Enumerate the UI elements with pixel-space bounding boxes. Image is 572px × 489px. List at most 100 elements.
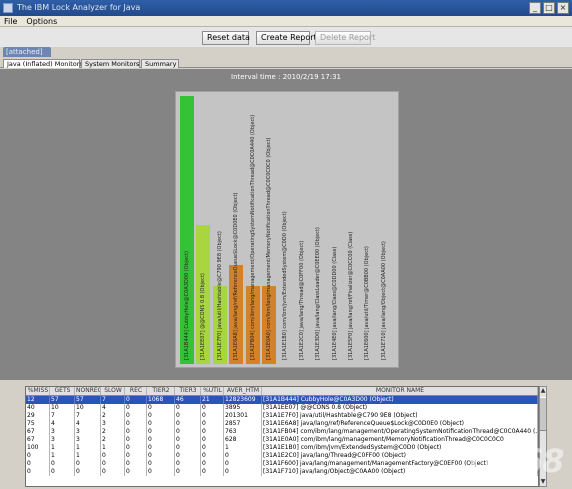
chart-bar-label: [31A1E710] java/lang/Object@C0AA00 (Obje… <box>380 241 387 360</box>
table-cell: 40 <box>26 404 50 412</box>
column-header[interactable]: TIER2 <box>147 387 175 395</box>
table-row[interactable]: 29 7 7 2 0 0 0 0 201301 [31A1E7F0] java/util/Hash… <box>26 412 538 420</box>
column-header[interactable]: %MISS <box>26 387 50 395</box>
table-row[interactable]: 75 4 4 3 0 0 0 0 2857 [31A1E6A8] java/lang/ref/Re… <box>26 420 538 428</box>
table-cell: 0 <box>125 452 147 460</box>
delete-report-button[interactable]: Delete Report <box>315 31 375 45</box>
table-cell: 0 <box>125 412 147 420</box>
table-cell: 0 <box>125 420 147 428</box>
table-row[interactable]: 0 0 0 0 0 0 0 0 0 [31A1F600] java/lang/management… <box>26 460 538 468</box>
chart-bar-label: [31A1EE07] @@CONS 0.8 (Object) <box>200 273 207 360</box>
table-cell: 46 <box>175 396 201 404</box>
table-cell: 0 <box>125 436 147 444</box>
table-cell: 0 <box>75 468 101 476</box>
table-cell: 67 <box>26 428 50 436</box>
table-cell: 0 <box>201 460 224 468</box>
chart-panel: Interval time : 2010/2/19 17:31 [31A1B44… <box>0 69 572 380</box>
minimize-button[interactable]: _ <box>529 2 541 14</box>
table-cell: 0 <box>201 404 224 412</box>
table-cell: 1 <box>50 452 75 460</box>
table-cell: 100 <box>26 444 50 452</box>
table-cell: 10 <box>50 404 75 412</box>
table-cell: 1 <box>101 444 125 452</box>
menu-file[interactable]: File <box>4 16 17 26</box>
table-row[interactable]: 67 3 3 2 0 0 0 0 628 [31A1E0A0] com/ibm/lang/mana… <box>26 436 538 444</box>
interval-value: 2010/2/19 17:31 <box>282 73 341 81</box>
column-header[interactable]: MONITOR NAME <box>262 387 538 395</box>
table-row[interactable]: 100 1 1 1 0 0 0 0 1 [31A1E1B0] com/ibm/jvm/Extend… <box>26 444 538 452</box>
close-button[interactable]: × <box>557 2 569 14</box>
table-cell: 0 <box>224 452 262 460</box>
maximize-button[interactable]: □ <box>543 2 555 14</box>
tab-attached[interactable]: [attached] <box>3 47 51 57</box>
table-cell: 0 <box>147 404 175 412</box>
menu-bar: File Options <box>0 16 572 27</box>
table-cell: 0 <box>147 444 175 452</box>
reset-data-button[interactable]: Reset data <box>202 31 250 45</box>
table-cell: 7 <box>75 412 101 420</box>
chart-bar-label: [31A1E6A8] java/lang/ref/ReferenceQueue$… <box>233 192 240 360</box>
table-cell: 3 <box>75 428 101 436</box>
create-report-button[interactable]: Create Report <box>256 31 317 45</box>
scroll-thumb[interactable] <box>540 397 546 431</box>
table-cell: 0 <box>147 460 175 468</box>
tab-system-monitors[interactable]: System Monitors <box>81 59 140 68</box>
column-header[interactable]: GETS <box>50 387 75 395</box>
table-cell: [31A1E7F0] java/util/Hashtable@C790 9E8 … <box>262 412 538 420</box>
table-cell: 3 <box>50 428 75 436</box>
table-cell: 0 <box>125 460 147 468</box>
column-header[interactable]: REC <box>125 387 147 395</box>
table-cell: [31A1FB04] com/ibm/lang/management/Opera… <box>263 428 538 436</box>
table-row[interactable]: 12 57 57 7 0 1068 46 21 12823609 [31A1B444] Cubby… <box>26 396 538 404</box>
table-cell: 4 <box>75 420 101 428</box>
table-row[interactable]: 0 0 0 0 0 0 0 0 0 [31A1F710] java/lang/Object@C0A… <box>26 468 538 476</box>
table-row[interactable]: 67 3 3 2 0 0 0 0 763 [31A1FB04] com/ibm/lang/mana… <box>26 428 538 436</box>
scroll-up-icon[interactable]: ▲ <box>540 387 546 395</box>
chart-bar-label: [31A1E5F0] java/lang/ref/Finalizer@C0CC0… <box>348 231 354 360</box>
chart-bar-label: [31A1B444] CubbyHole@C0A3D00 (Object) <box>184 251 190 360</box>
toolbar: Reset data Create Report Delete Report <box>0 27 572 47</box>
tab-java-monitors[interactable]: Java (Inflated) Monitors <box>3 59 83 68</box>
table-cell: 0 <box>125 468 147 476</box>
table-cell: 7 <box>101 396 125 404</box>
table-cell: [31A1B444] CubbyHole@C0A3D00 (Object) <box>262 396 538 404</box>
table-cell: 0 <box>147 468 175 476</box>
table-cell: 1 <box>50 444 75 452</box>
table-cell: 75 <box>26 420 50 428</box>
table-row[interactable]: 40 10 10 4 0 0 0 0 3895 [31A1EE07] @@CONS 0.8 (Ob… <box>26 404 538 412</box>
monitor-table[interactable]: %MISS GETS NONREC SLOW REC TIER2 TIER3 %UTIL AVE… <box>25 386 539 487</box>
table-cell: 0 <box>201 452 224 460</box>
column-header[interactable]: %UTIL <box>201 387 224 395</box>
chart-bar-label: [31A1E1B0] com/ibm/jvm/ExtendedSystem@C0… <box>282 211 289 360</box>
table-cell: 2 <box>101 428 125 436</box>
monitor-bar-chart: [31A1B444] CubbyHole@C0A3D00 (Object) [31… <box>175 91 399 368</box>
table-row[interactable]: 0 1 1 0 0 0 0 0 0 [31A1E2C0] java/lang/Thread@C0F… <box>26 452 538 460</box>
table-cell: 3 <box>50 436 75 444</box>
table-cell: 0 <box>147 428 175 436</box>
chart-bar-label: [31A1E7F0] java/util/Hashtable@C790 9E8 … <box>216 231 223 360</box>
table-cell: 0 <box>26 460 50 468</box>
column-header[interactable]: NONREC <box>75 387 101 395</box>
table-cell: 57 <box>50 396 75 404</box>
table-cell: 628 <box>224 436 262 444</box>
table-cell: 0 <box>101 468 125 476</box>
table-cell: 0 <box>125 444 147 452</box>
column-header[interactable]: TIER3 <box>175 387 201 395</box>
chart-bar-label: [31A1FB04] com/ibm/lang/management/Opera… <box>249 114 256 360</box>
chart-bar-label: [31A1E2C0] java/lang/Thread@C0FF00 (Obje… <box>298 240 305 360</box>
tab-summary[interactable]: Summary <box>141 59 179 68</box>
table-cell: 201301 <box>224 412 262 420</box>
table-cell: 0 <box>147 420 175 428</box>
menu-options[interactable]: Options <box>26 16 57 26</box>
column-header[interactable]: AVER_HTM <box>224 387 262 395</box>
table-cell: 0 <box>201 436 224 444</box>
title-bar: The IBM Lock Analyzer for Java _ □ × <box>0 0 572 16</box>
column-header[interactable]: SLOW <box>101 387 125 395</box>
table-cell: [31A1E6A8] java/lang/ref/ReferenceQueue$… <box>262 420 538 428</box>
chart-bar-label: [31A1E3D0] java/lang/ClassLoader@C0EE00 … <box>315 227 322 360</box>
table-cell: 0 <box>125 396 147 404</box>
table-cell: 2 <box>101 436 125 444</box>
table-header: %MISS GETS NONREC SLOW REC TIER2 TIER3 %UTIL AVE… <box>26 387 538 396</box>
interval-caption: Interval time : 2010/2/19 17:31 <box>0 73 572 82</box>
window-title: The IBM Lock Analyzer for Java <box>17 3 141 12</box>
